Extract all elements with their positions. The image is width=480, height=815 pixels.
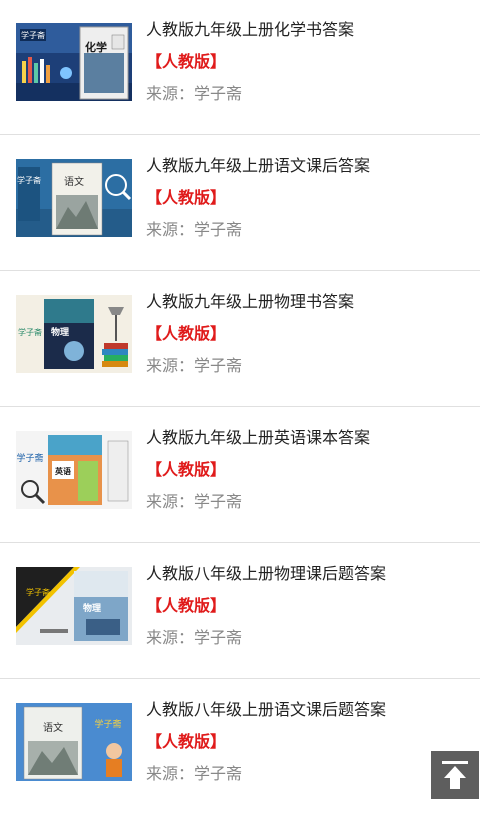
thumb-brand: 学子斋 xyxy=(17,175,41,185)
thumb-subject: 英语 xyxy=(54,466,71,476)
item-title[interactable]: 人教版九年级上册语文课后答案 xyxy=(146,153,470,179)
item-text: 人教版九年级上册英语课本答案 【人教版】 来源：学子斋 xyxy=(146,425,470,515)
item-tag: 【人教版】 xyxy=(146,460,227,479)
english-textbook-thumbnail[interactable]: 学子斋 英语 xyxy=(16,431,132,509)
thumb-subject: 化学 xyxy=(85,40,107,54)
arrow-up-to-top-icon xyxy=(442,761,468,789)
item-source: 来源：学子斋 xyxy=(146,356,243,375)
item-source: 来源：学子斋 xyxy=(146,492,243,511)
item-tag: 【人教版】 xyxy=(146,596,227,615)
item-text: 人教版九年级上册化学书答案 【人教版】 来源：学子斋 xyxy=(146,17,470,107)
item-title[interactable]: 人教版八年级上册物理课后题答案 xyxy=(146,561,470,587)
list-item[interactable]: 学子斋 物理 人教版八年级上册物理课后题答案 【人教版】 来源：学子斋 xyxy=(0,543,480,679)
back-to-top-button[interactable] xyxy=(431,751,479,799)
item-title[interactable]: 人教版九年级上册化学书答案 xyxy=(146,17,470,43)
item-source: 来源：学子斋 xyxy=(146,220,243,239)
physics-textbook-thumbnail[interactable]: 学子斋 物理 xyxy=(16,295,132,373)
thumb-brand: 学子斋 xyxy=(21,30,45,40)
item-source: 来源：学子斋 xyxy=(146,764,243,783)
thumb-subject: 物理 xyxy=(83,602,101,614)
item-tag: 【人教版】 xyxy=(146,188,227,207)
thumb-subject: 语文 xyxy=(43,721,63,734)
list-item[interactable]: 学子斋 物理 人教版九年级上册物理书答案 【人教版】 来源：学子斋 xyxy=(0,271,480,407)
item-tag: 【人教版】 xyxy=(146,324,227,343)
physics-textbook-thumbnail[interactable]: 学子斋 物理 xyxy=(16,567,132,645)
list-item[interactable]: 学子斋 语文 人教版九年级上册语文课后答案 【人教版】 来源：学子斋 xyxy=(0,135,480,271)
item-tag: 【人教版】 xyxy=(146,52,227,71)
article-list: 学子斋 化学 人教版九年级上册化学书答案 【人教版】 来源：学子斋 学子斋 语文… xyxy=(0,0,480,815)
item-title[interactable]: 人教版九年级上册物理书答案 xyxy=(146,289,470,315)
thumb-brand: 学子斋 xyxy=(16,452,43,464)
item-text: 人教版九年级上册语文课后答案 【人教版】 来源：学子斋 xyxy=(146,153,470,243)
thumb-brand: 学子斋 xyxy=(18,327,42,337)
item-tag: 【人教版】 xyxy=(146,732,227,751)
thumb-brand: 学子斋 xyxy=(26,587,50,597)
chemistry-textbook-thumbnail[interactable]: 学子斋 化学 xyxy=(16,23,132,101)
thumb-subject: 语文 xyxy=(64,175,84,188)
item-text: 人教版九年级上册物理书答案 【人教版】 来源：学子斋 xyxy=(146,289,470,379)
item-source: 来源：学子斋 xyxy=(146,628,243,647)
list-item[interactable]: 语文 学子斋 人教版八年级上册语文课后题答案 【人教版】 来源：学子斋 xyxy=(0,679,480,815)
thumb-subject: 物理 xyxy=(51,326,69,338)
item-title[interactable]: 人教版九年级上册英语课本答案 xyxy=(146,425,470,451)
item-source: 来源：学子斋 xyxy=(146,84,243,103)
list-item[interactable]: 学子斋 英语 人教版九年级上册英语课本答案 【人教版】 来源：学子斋 xyxy=(0,407,480,543)
list-item[interactable]: 学子斋 化学 人教版九年级上册化学书答案 【人教版】 来源：学子斋 xyxy=(0,0,480,135)
chinese-textbook-thumbnail[interactable]: 语文 学子斋 xyxy=(16,703,132,781)
item-text: 人教版八年级上册语文课后题答案 【人教版】 来源：学子斋 xyxy=(146,697,470,787)
thumb-brand: 学子斋 xyxy=(94,718,121,730)
chinese-textbook-thumbnail[interactable]: 学子斋 语文 xyxy=(16,159,132,237)
item-text: 人教版八年级上册物理课后题答案 【人教版】 来源：学子斋 xyxy=(146,561,470,651)
item-title[interactable]: 人教版八年级上册语文课后题答案 xyxy=(146,697,470,723)
